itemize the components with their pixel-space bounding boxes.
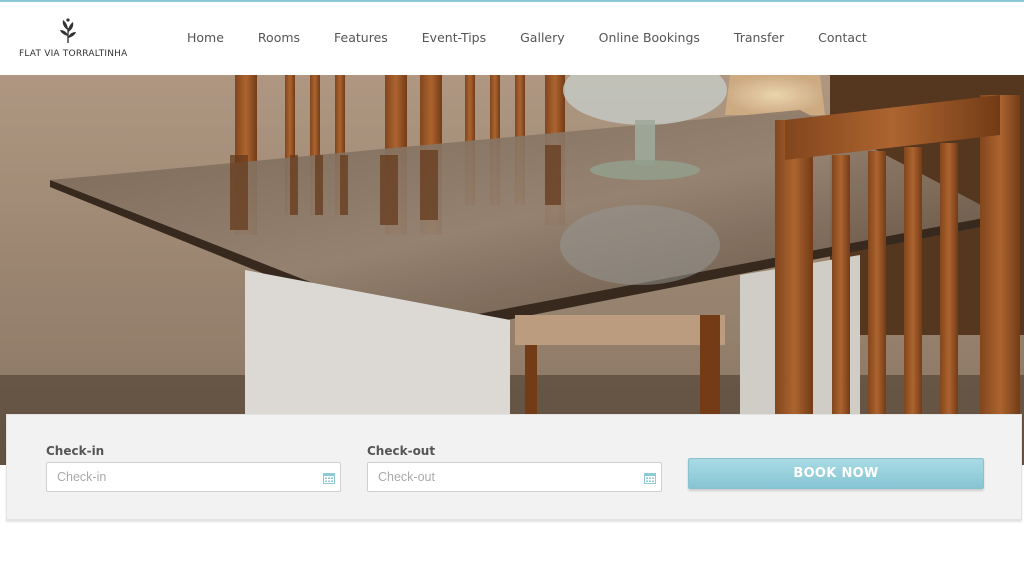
- nav-item-event-tips[interactable]: Event-Tips: [422, 30, 486, 45]
- booking-form: Check-in Check-out BOOK NOW: [6, 414, 1022, 520]
- calendar-icon[interactable]: [323, 472, 335, 484]
- nav-item-transfer[interactable]: Transfer: [734, 30, 784, 45]
- nav-item-features[interactable]: Features: [334, 30, 388, 45]
- plant-sprig-icon: [60, 18, 76, 43]
- checkin-label: Check-in: [46, 444, 105, 458]
- main-nav: Home Rooms Features Event-Tips Gallery O…: [170, 30, 884, 45]
- checkin-input[interactable]: [47, 463, 307, 491]
- site-logo[interactable]: FLAT VIA TORRALTINHA: [16, 16, 128, 64]
- nav-item-online-bookings[interactable]: Online Bookings: [599, 30, 700, 45]
- brand-name: FLAT VIA TORRALTINHA: [19, 49, 128, 59]
- calendar-icon[interactable]: [644, 472, 656, 484]
- site-header: FLAT VIA TORRALTINHA Home Rooms Features…: [0, 2, 1024, 75]
- nav-item-home[interactable]: Home: [187, 30, 224, 45]
- checkout-label: Check-out: [367, 444, 436, 458]
- nav-item-rooms[interactable]: Rooms: [258, 30, 300, 45]
- checkout-input[interactable]: [368, 463, 628, 491]
- checkout-field[interactable]: [367, 462, 662, 492]
- dining-table-photo: [0, 75, 1024, 465]
- nav-item-contact[interactable]: Contact: [818, 30, 867, 45]
- book-now-button[interactable]: BOOK NOW: [688, 458, 984, 489]
- checkin-field[interactable]: [46, 462, 341, 492]
- nav-item-gallery[interactable]: Gallery: [520, 30, 565, 45]
- hero-image: [0, 75, 1024, 465]
